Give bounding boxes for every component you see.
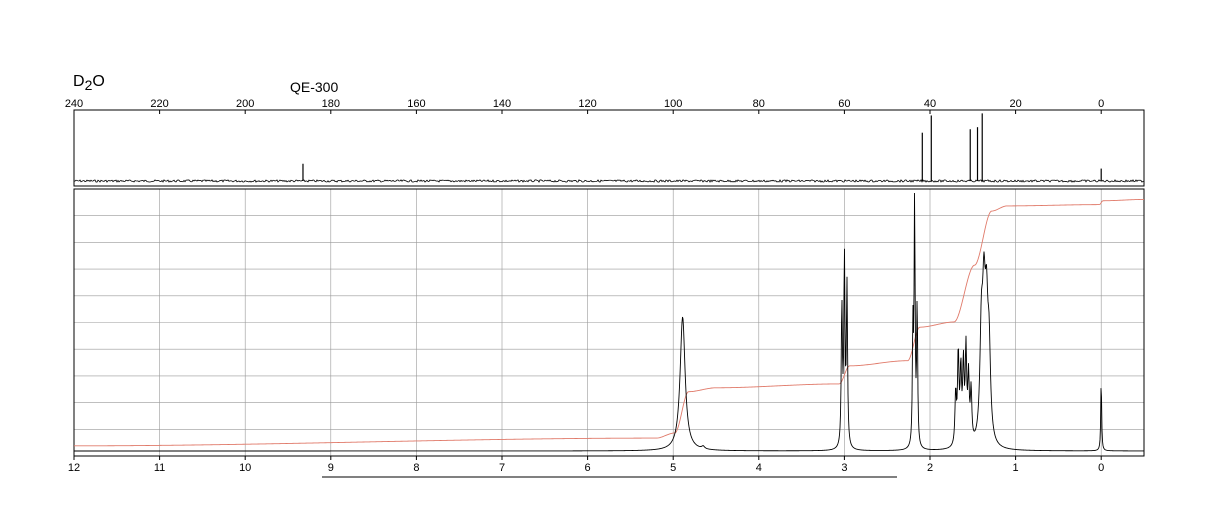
c13-tick-label: 80	[753, 98, 765, 110]
c13-tick-label: 40	[924, 98, 936, 110]
c13-tick-label: 220	[150, 98, 168, 110]
c13-tick-label: 160	[407, 98, 425, 110]
h1-spectrum-panel: 12 11 10 9 8 7 6 5 4 3 2 1 0	[68, 188, 1145, 474]
h1-tick-label: 11	[154, 462, 165, 474]
c13-tick-label: 140	[493, 98, 511, 110]
c13-tick-label: 100	[664, 98, 682, 110]
c13-tick-label: 20	[1009, 98, 1021, 110]
h1-tick-label: 12	[68, 462, 80, 474]
h1-tick-label: 4	[756, 462, 762, 474]
h1-tick-label: 10	[239, 462, 251, 474]
h1-tick-label: 7	[499, 462, 505, 474]
h1-tick-label: 8	[413, 462, 419, 474]
h1-spectrum-line	[74, 192, 1144, 452]
c13-spectrum-panel: 240 220 200 180 160 140 120 100 80 60 40 20 0	[65, 98, 1145, 187]
c13-tick-label: 120	[578, 98, 596, 110]
nmr-spectra-figure: 240 220 200 180 160 140 120 100 80 60 40 20 0 12 11 10…	[65, 98, 1145, 478]
c13-tick-label: 180	[322, 98, 340, 110]
h1-tick-label: 3	[841, 462, 847, 474]
h1-tick-label: 0	[1098, 462, 1104, 474]
c13-tick-label: 240	[65, 98, 83, 110]
c13-baseline-noise	[73, 179, 1145, 183]
c13-tick-label: 60	[838, 98, 850, 110]
h1-tick-label: 9	[328, 462, 334, 474]
c13-frame	[73, 109, 1145, 187]
c13-tick-label: 200	[236, 98, 254, 110]
c13-tick-label: 0	[1098, 98, 1104, 110]
h1-tick-label: 1	[1013, 462, 1019, 474]
h1-tick-label: 6	[585, 462, 591, 474]
h1-tick-label: 2	[927, 462, 933, 474]
h1-tick-label: 5	[670, 462, 676, 474]
